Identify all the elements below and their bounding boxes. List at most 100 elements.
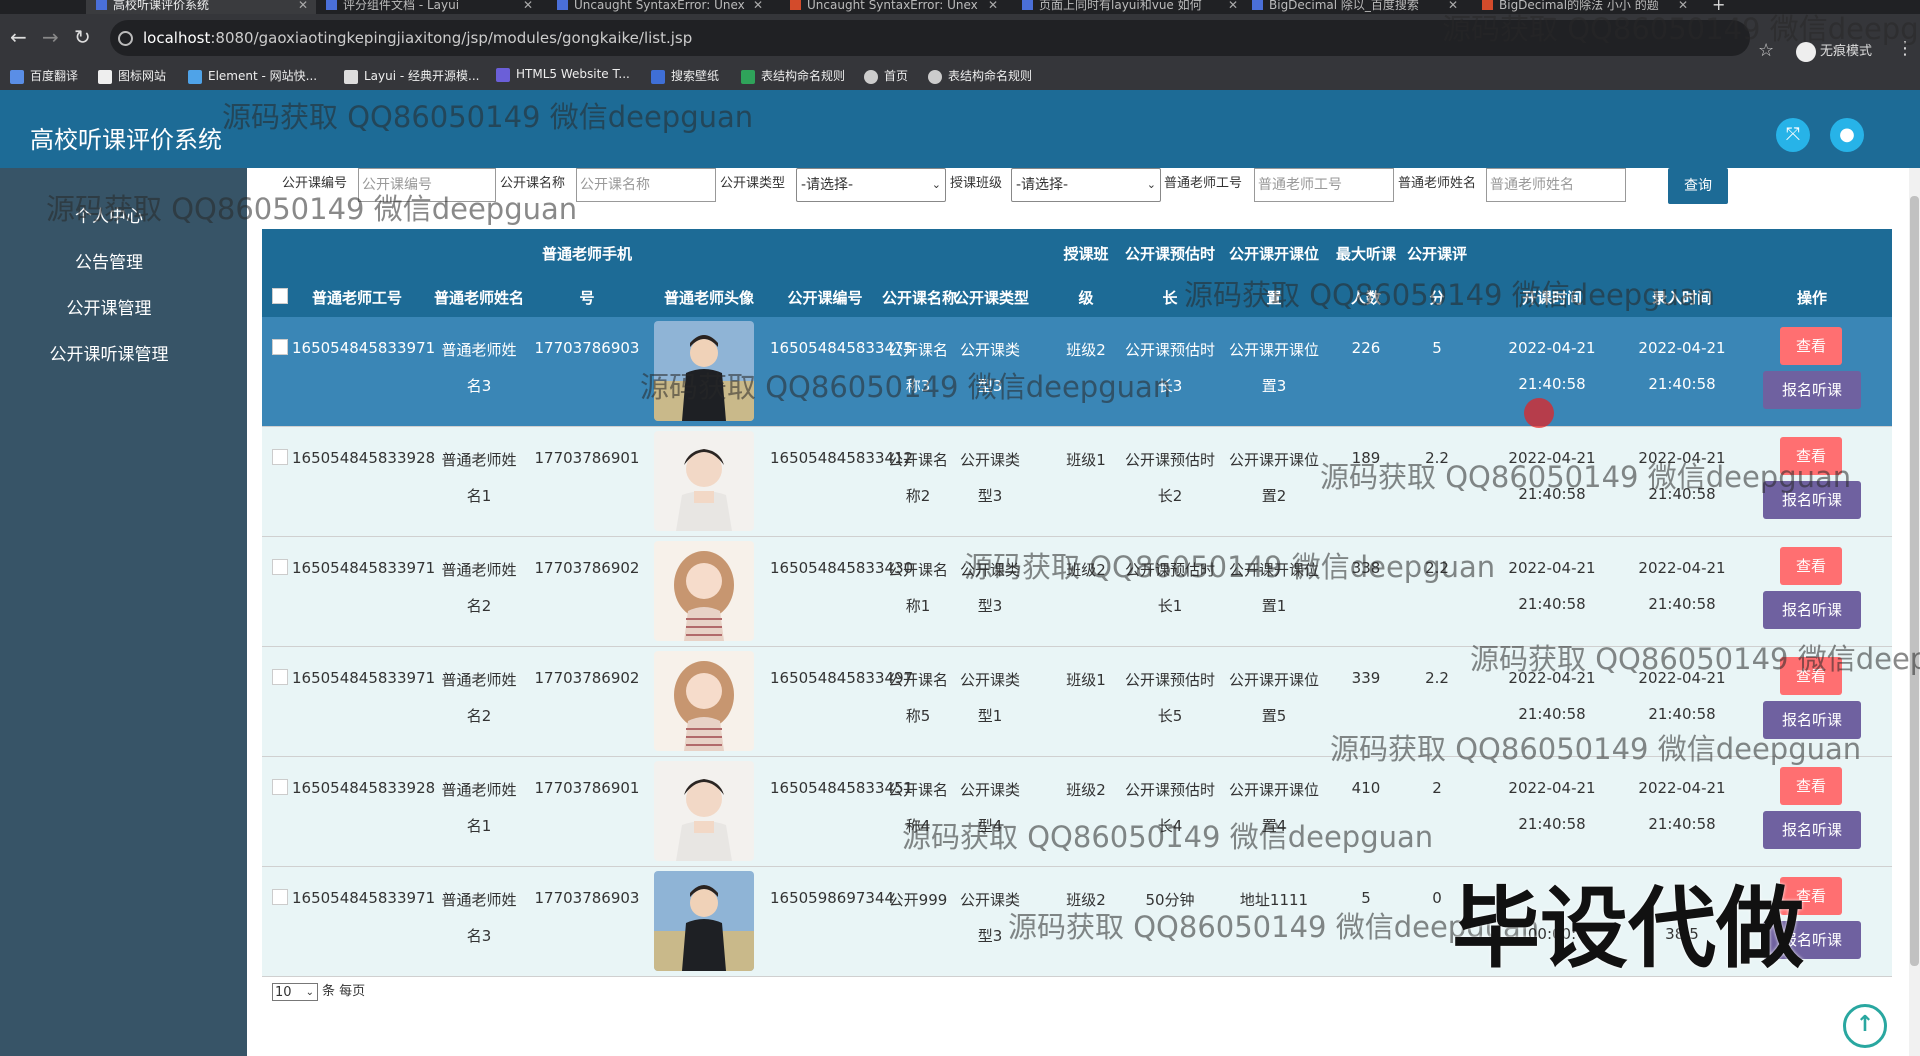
fullscreen-icon[interactable]: ⤧ xyxy=(1776,118,1810,152)
course-no-input[interactable]: 公开课编号 xyxy=(358,168,496,202)
class-select[interactable]: -请选择- ⌄ xyxy=(1011,168,1161,202)
address-bar[interactable]: localhost:8080/gaoxiaotingkepingjiaxiton… xyxy=(110,20,1750,56)
view-button[interactable]: 查看 xyxy=(1780,767,1842,805)
back-arrow-icon[interactable]: ← xyxy=(10,26,27,48)
row-checkbox[interactable] xyxy=(272,669,288,685)
course-type-select[interactable]: -请选择- ⌄ xyxy=(796,168,946,202)
row-checkbox[interactable] xyxy=(272,559,288,575)
bookmark-item[interactable]: 搜索壁纸 xyxy=(651,67,719,84)
close-icon[interactable]: ✕ xyxy=(1678,0,1688,11)
select-all-checkbox[interactable] xyxy=(272,288,288,304)
bookmark-item[interactable]: Layui - 经典开源模... xyxy=(344,67,479,84)
bookmark-item[interactable]: 表结构命名规则 xyxy=(928,67,1032,84)
table-row[interactable]: 165054845833928 普通老师姓 名1 17703786901 1650548… xyxy=(262,757,1892,867)
reload-icon[interactable]: ↻ xyxy=(74,26,91,48)
browser-tab[interactable]: 页面上同时有layui和vue 如何 ✕ xyxy=(1016,0,1246,14)
close-icon[interactable]: ✕ xyxy=(523,0,533,11)
column-header[interactable]: 公开课评 xyxy=(1404,243,1470,264)
view-button[interactable]: 查看 xyxy=(1780,547,1842,585)
page-size-select[interactable]: 10 ⌄ xyxy=(272,982,318,1001)
column-header[interactable]: 公开课编号 xyxy=(770,287,880,308)
apply-listen-button[interactable]: 报名听课 xyxy=(1763,481,1861,519)
column-header[interactable]: 普通老师工号 xyxy=(292,287,422,308)
browser-tab[interactable]: 评分组件文档 - Layui ✕ xyxy=(320,0,541,14)
bookmark-item[interactable]: 百度翻译 xyxy=(10,67,78,84)
column-header[interactable]: 普通老师姓名 xyxy=(424,287,534,308)
close-icon[interactable]: ✕ xyxy=(1448,0,1458,11)
teacher-name-input[interactable]: 普通老师姓名 xyxy=(1486,168,1626,202)
row-checkbox[interactable] xyxy=(272,339,288,355)
sidebar-item-personal-center[interactable]: 个人中心 xyxy=(0,202,218,227)
column-header[interactable]: 普通老师手机 xyxy=(532,243,642,264)
apply-listen-button[interactable]: 报名听课 xyxy=(1763,591,1861,629)
app-header: 高校听课评价系统 ⤧ ● xyxy=(0,90,1920,168)
bookmark-star-icon[interactable]: ☆ xyxy=(1758,40,1774,61)
user-icon[interactable]: ● xyxy=(1830,118,1864,152)
teacher-id-cell: 165054845833971 xyxy=(292,669,436,687)
duration-cell: 公开课预估时 xyxy=(1124,451,1215,469)
entry-time-cell: 21:40:58 xyxy=(1648,705,1716,723)
table-row[interactable]: 165054845833928 普通老师姓 名1 17703786901 1650548… xyxy=(262,427,1892,537)
row-checkbox[interactable] xyxy=(272,779,288,795)
table-row[interactable]: 165054845833971 普通老师姓 名2 17703786902 1650548… xyxy=(262,537,1892,647)
row-checkbox[interactable] xyxy=(272,449,288,465)
incognito-indicator[interactable]: 无痕模式 xyxy=(1796,40,1872,62)
column-header[interactable]: 普通老师头像 xyxy=(649,287,769,308)
bookmark-item[interactable]: 表结构命名规则 xyxy=(741,67,845,84)
app-title: 高校听课评价系统 xyxy=(30,126,222,154)
bookmark-item[interactable]: HTML5 Website T... xyxy=(496,67,630,82)
column-header: 分 xyxy=(1429,289,1445,307)
view-button[interactable]: 查看 xyxy=(1780,327,1842,365)
column-header[interactable]: 公开课类型 xyxy=(954,287,1029,308)
apply-listen-button[interactable]: 报名听课 xyxy=(1763,811,1861,849)
sidebar-item-course-listening[interactable]: 公开课听课管理 xyxy=(0,340,218,365)
apply-listen-button[interactable]: 报名听课 xyxy=(1763,371,1861,409)
close-icon[interactable]: ✕ xyxy=(298,0,308,11)
bookmark-item[interactable]: Element - 网站快... xyxy=(188,67,317,84)
column-header[interactable]: 录入时间 xyxy=(1622,287,1742,308)
start-time-cell: 21:40:58 xyxy=(1518,705,1586,723)
apply-listen-button[interactable]: 报名听课 xyxy=(1763,701,1861,739)
column-header[interactable]: 公开课开课位 xyxy=(1224,243,1324,264)
column-header[interactable]: 公开课预估时 xyxy=(1120,243,1220,264)
phone-cell: 17703786902 xyxy=(534,559,640,577)
course-type-cell: 型3 xyxy=(977,597,1003,615)
browser-menu-icon[interactable]: ⋮ xyxy=(1896,38,1914,59)
close-icon[interactable]: ✕ xyxy=(988,0,998,11)
course-name-input[interactable]: 公开课名称 xyxy=(576,168,716,202)
sidebar-item-open-courses[interactable]: 公开课管理 xyxy=(0,294,218,319)
teacher-name-cell: 名2 xyxy=(466,707,492,725)
scrollbar-thumb[interactable] xyxy=(1910,196,1919,966)
close-icon[interactable]: ✕ xyxy=(1228,0,1238,11)
column-header[interactable]: 授课班 xyxy=(1056,243,1116,264)
teacher-id-cell: 165054845833971 xyxy=(292,559,436,577)
column-header[interactable]: 开课时间 xyxy=(1492,287,1612,308)
forward-arrow-icon[interactable]: → xyxy=(42,26,59,48)
teacher-id-cell: 165054845833928 xyxy=(292,449,436,467)
browser-tab[interactable]: Uncaught SyntaxError: Unex ✕ xyxy=(551,0,771,14)
browser-tab[interactable]: BigDecimal的除法 小小 的题 ✕ xyxy=(1476,0,1696,14)
back-to-top-icon[interactable]: ↑ xyxy=(1843,1004,1887,1048)
sidebar-item-notices[interactable]: 公告管理 xyxy=(0,248,218,273)
course-name-cell: 公开课名 xyxy=(887,561,948,579)
teacher-id-input[interactable]: 普通老师工号 xyxy=(1254,168,1394,202)
column-header[interactable]: 最大听课 xyxy=(1328,243,1404,264)
duration-cell: 公开课预估时 xyxy=(1124,561,1215,579)
close-icon[interactable]: ✕ xyxy=(753,0,763,11)
view-button[interactable]: 查看 xyxy=(1780,437,1842,475)
start-time-cell: 2022-04-21 xyxy=(1508,559,1596,577)
browser-tab[interactable]: Uncaught SyntaxError: Unex ✕ xyxy=(784,0,1006,14)
new-tab-button[interactable]: + xyxy=(1712,0,1742,14)
query-button[interactable]: 查询 xyxy=(1668,168,1728,204)
browser-tab[interactable]: BigDecimal 除以_百度搜索 ✕ xyxy=(1246,0,1466,14)
bookmark-item[interactable]: 首页 xyxy=(864,67,908,84)
browser-tab[interactable]: 高校听课评价系统 ✕ xyxy=(86,0,316,14)
view-button[interactable]: 查看 xyxy=(1780,657,1842,695)
bookmark-item[interactable]: 图标网站 xyxy=(98,67,166,84)
table-row[interactable]: 165054845833971 普通老师姓 名3 17703786903 1650548… xyxy=(262,317,1892,427)
table-row[interactable]: 165054845833971 普通老师姓 名2 17703786902 1650548… xyxy=(262,647,1892,757)
incognito-icon xyxy=(1796,41,1816,62)
course-name-cell: 称4 xyxy=(905,817,931,835)
row-checkbox[interactable] xyxy=(272,889,288,905)
column-header[interactable]: 公开课名称 xyxy=(882,287,957,308)
